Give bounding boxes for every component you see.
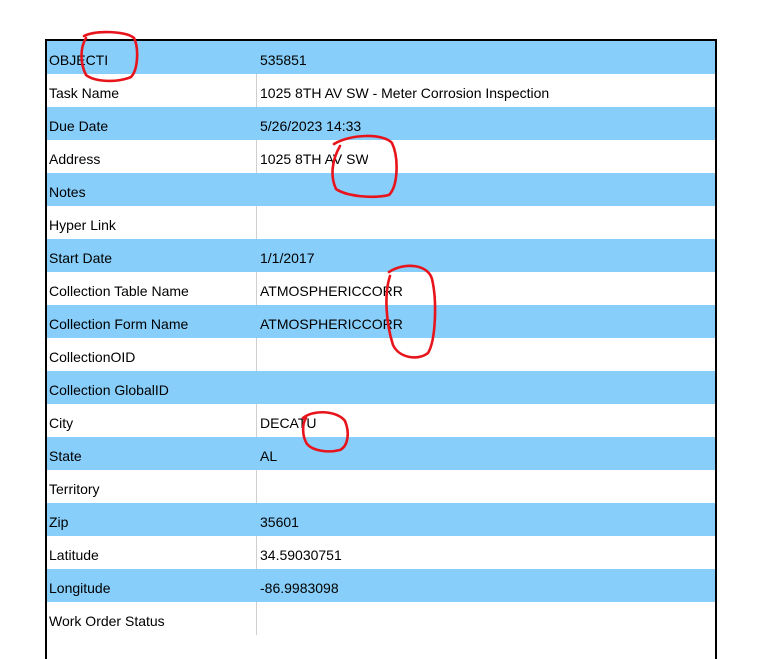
table-row: Due Date 5/26/2023 14:33 [47,107,715,140]
row-label: Hyper Link [47,206,257,239]
row-label: Task Name [49,85,120,101]
row-label: Collection Table Name [47,272,257,305]
table-row: Latitude 34.59030751 [47,536,715,569]
table-row: Longitude -86.9983098 [47,569,715,602]
row-label: Notes [49,184,86,200]
row-label: State [49,448,82,464]
row-value: 5/26/2023 14:33 [260,118,362,134]
table-row: Task Name 1025 8TH AV SW - Meter Corrosi… [47,74,715,107]
row-label: CollectionOID [47,338,257,371]
row-value [257,602,715,635]
row-label: Territory [47,470,257,503]
table-row: Start Date 1/1/2017 [47,239,715,272]
table-row: Work Order Status [47,602,715,635]
row-label: Due Date [49,118,109,134]
row-value: ATMOSPHERICCORR [260,283,403,299]
row-value: ATMOSPHERICCORR [260,316,403,332]
row-value [257,173,715,206]
row-value: 535851 [260,52,307,68]
table-row: Zip 35601 [47,503,715,536]
row-value: 35601 [260,514,299,530]
table-row: Collection GlobalID [47,371,715,404]
table-row: Notes [47,173,715,206]
row-label: City [47,404,257,437]
attribute-table: OBJECTI 535851 Task Name 1025 8TH AV SW … [45,39,717,659]
table-row: Hyper Link [47,206,715,239]
table-row: Address 1025 8TH AV SW [47,140,715,173]
row-value: 1/1/2017 [260,250,315,266]
row-value [257,206,715,239]
table-row: Collection Form Name ATMOSPHERICCORR [47,305,715,338]
row-label: Zip [49,514,69,530]
row-label: Latitude [47,536,257,569]
row-label: Longitude [49,580,111,596]
row-value: 1025 8TH AV SW - Meter Corrosion Inspect… [260,85,550,101]
row-label: Address [47,140,257,173]
row-label: OBJECTI [49,52,109,68]
table-row: CollectionOID [47,338,715,371]
table-row: OBJECTI 535851 [47,41,715,74]
table-row: Territory [47,470,715,503]
row-value [257,338,715,371]
row-value [257,470,715,503]
row-value: 34.59030751 [260,547,342,563]
row-label: Start Date [49,250,113,266]
row-value [257,371,715,404]
table-row: Collection Table Name ATMOSPHERICCORR [47,272,715,305]
table-row: State AL [47,437,715,470]
row-value: AL [260,448,278,464]
row-label: Work Order Status [47,602,257,635]
row-value: 1025 8TH AV SW [260,151,368,167]
row-value: -86.9983098 [260,580,339,596]
row-value: DECATU [260,415,317,431]
table-row: City DECATU [47,404,715,437]
row-label: Collection GlobalID [49,382,169,398]
row-label: Collection Form Name [49,316,189,332]
